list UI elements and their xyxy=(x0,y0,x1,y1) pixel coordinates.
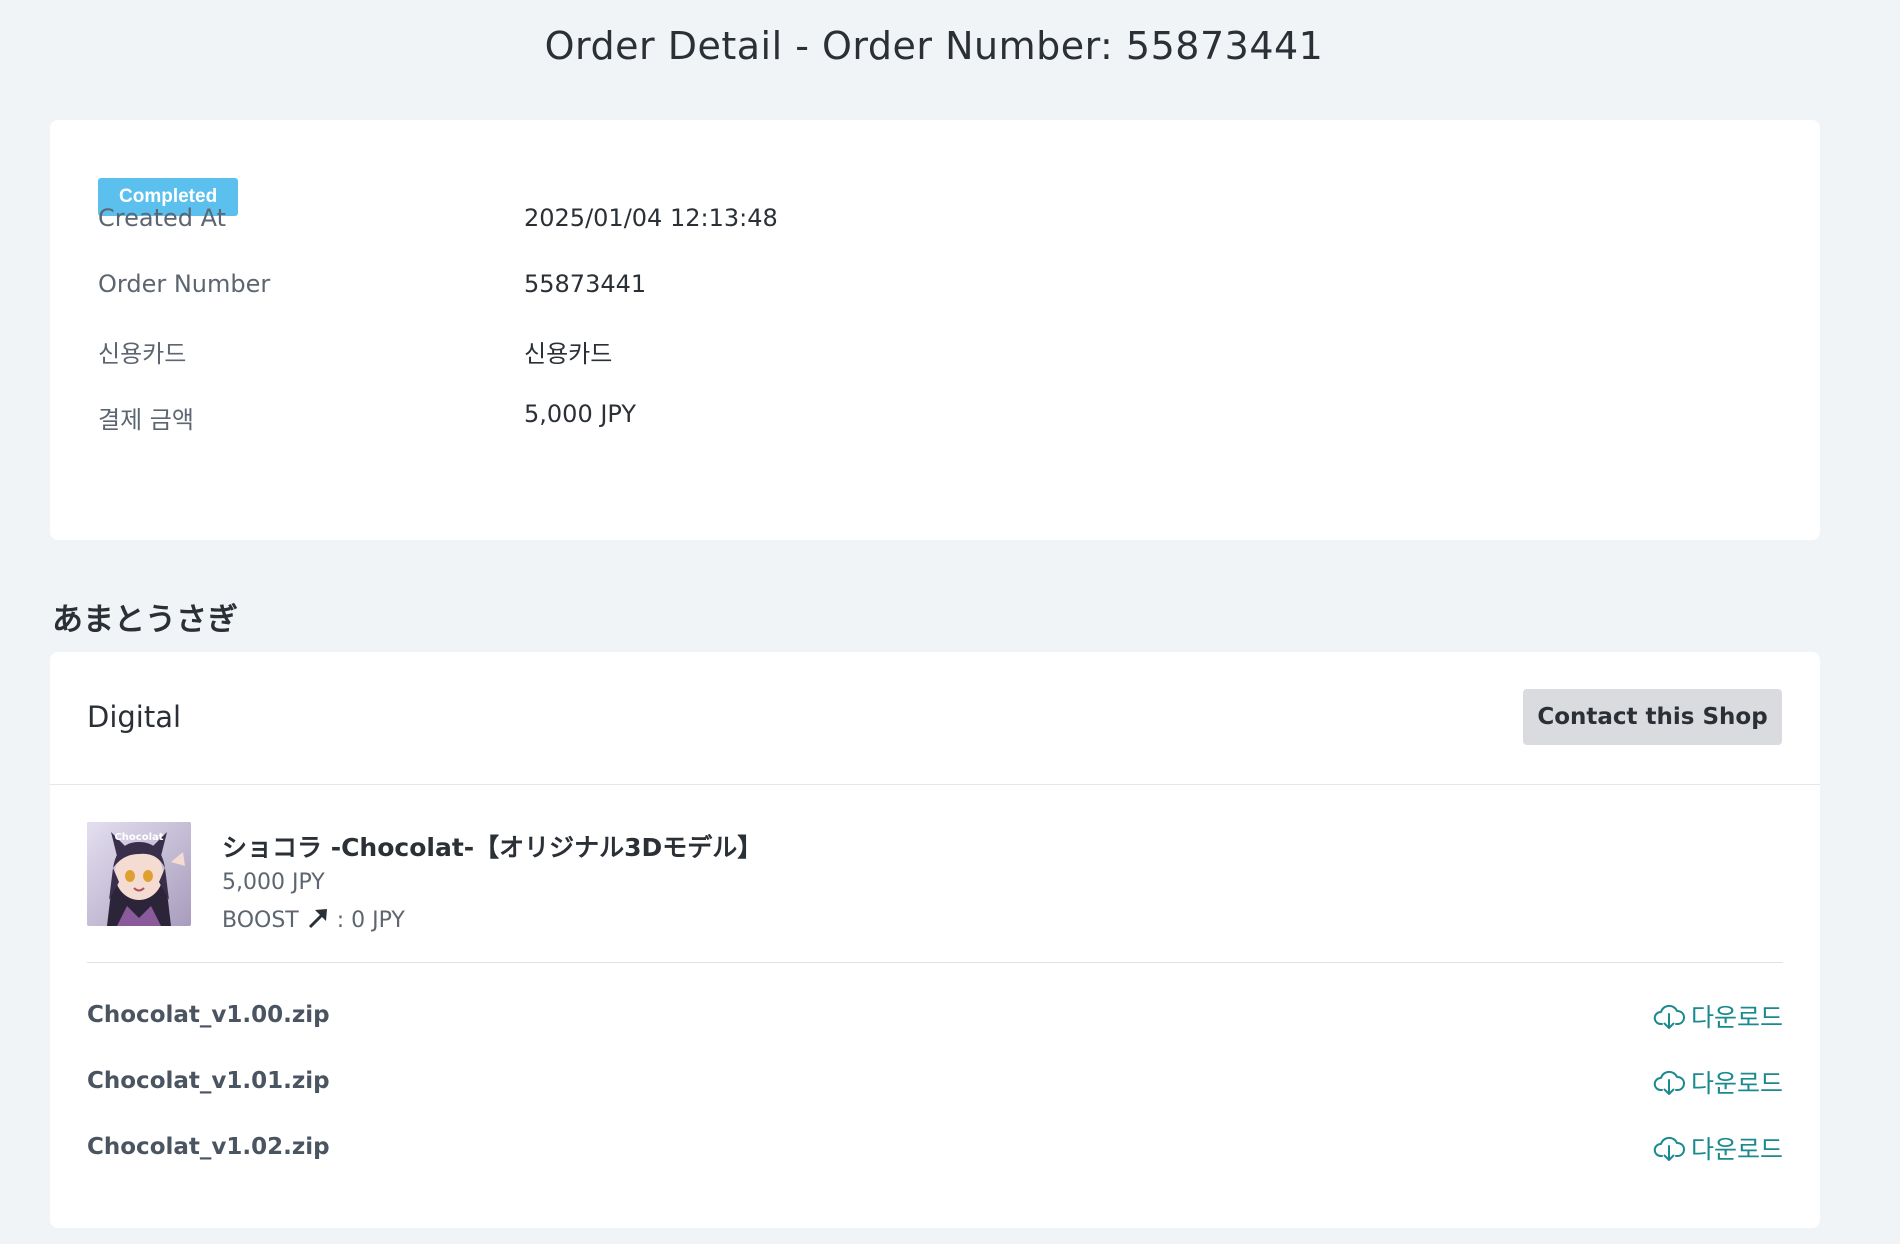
cloud-download-icon xyxy=(1653,1070,1685,1095)
order-number-label: Order Number xyxy=(98,270,271,298)
boost-info: BOOST : 0 JPY xyxy=(222,906,405,936)
boost-separator: : xyxy=(329,908,352,933)
product-price: 5,000 JPY xyxy=(222,870,325,895)
file-name: Chocolat_v1.01.zip xyxy=(87,1068,330,1094)
payment-amount-label: 결제 금액 xyxy=(98,406,194,434)
file-row: Chocolat_v1.01.zip 다운로드 xyxy=(87,1064,1783,1104)
contact-shop-button[interactable]: Contact this Shop xyxy=(1523,689,1782,745)
payment-method-label: 신용카드 xyxy=(98,340,187,368)
product-item: Chocolat ショコラ -Chocolat-【オリジナル3Dモデル】 5,0… xyxy=(87,822,1783,963)
boost-arrow-icon xyxy=(306,906,330,936)
created-at-value: 2025/01/04 12:13:48 xyxy=(524,204,778,232)
shop-order-card: Digital Contact this Shop Chocolat ショコラ … xyxy=(50,652,1820,1228)
download-label: 다운로드 xyxy=(1690,1069,1783,1098)
file-name: Chocolat_v1.00.zip xyxy=(87,1002,330,1028)
payment-amount-value: 5,000 JPY xyxy=(524,400,637,428)
download-label: 다운로드 xyxy=(1690,1003,1783,1032)
file-row: Chocolat_v1.00.zip 다운로드 xyxy=(87,998,1783,1038)
product-name[interactable]: ショコラ -Chocolat-【オリジナル3Dモデル】 xyxy=(222,828,762,864)
thumbnail-caption: Chocolat xyxy=(114,832,163,843)
payment-method-value: 신용카드 xyxy=(524,340,613,368)
payment-amount-row: 결제 금액 5,000 JPY xyxy=(98,400,1698,440)
page-title: Order Detail - Order Number: 55873441 xyxy=(544,24,1324,68)
download-link[interactable]: 다운로드 xyxy=(1653,1130,1783,1166)
download-link[interactable]: 다운로드 xyxy=(1653,998,1783,1034)
boost-label: BOOST xyxy=(222,908,299,933)
order-summary-card: Completed Created At 2025/01/04 12:13:48… xyxy=(50,120,1820,540)
download-label: 다운로드 xyxy=(1690,1135,1783,1164)
cloud-download-icon xyxy=(1653,1136,1685,1161)
download-link[interactable]: 다운로드 xyxy=(1653,1064,1783,1100)
product-category: Digital xyxy=(87,700,182,734)
created-at-row: Created At 2025/01/04 12:13:48 xyxy=(98,204,1698,244)
order-number-row: Order Number 55873441 xyxy=(98,270,1698,310)
payment-method-row: 신용카드 신용카드 xyxy=(98,334,1698,374)
shop-name[interactable]: あまとうさぎ xyxy=(52,594,238,639)
order-number-value: 55873441 xyxy=(524,270,647,298)
order-detail-page: Order Detail - Order Number: 55873441 Co… xyxy=(0,0,1900,1244)
file-name: Chocolat_v1.02.zip xyxy=(87,1134,330,1160)
boost-value: 0 JPY xyxy=(351,908,405,933)
file-row: Chocolat_v1.02.zip 다운로드 xyxy=(87,1130,1783,1170)
product-thumbnail[interactable]: Chocolat xyxy=(87,822,191,926)
cloud-download-icon xyxy=(1653,1004,1685,1029)
shop-card-header: Digital Contact this Shop xyxy=(50,652,1820,785)
created-at-label: Created At xyxy=(98,204,227,232)
product-thumbnail-image: Chocolat xyxy=(87,822,191,926)
